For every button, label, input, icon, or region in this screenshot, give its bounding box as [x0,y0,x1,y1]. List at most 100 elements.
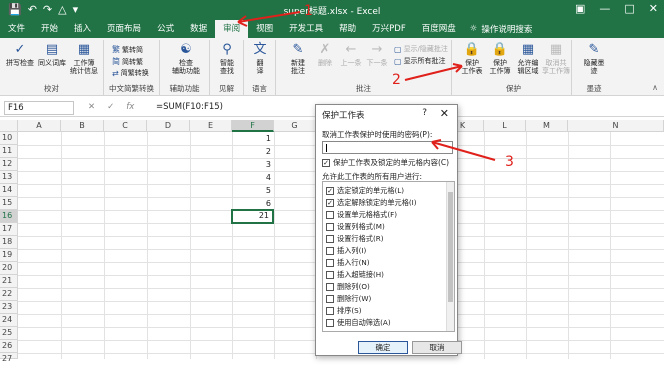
scrollbar-thumb[interactable] [448,192,453,302]
column-header[interactable]: M [526,120,568,132]
convert-button[interactable]: ⇄ 简繁转换 [112,68,149,78]
checkbox-icon [326,211,334,219]
collapse-ribbon-icon[interactable]: ∧ [652,83,658,92]
new-comment-button[interactable]: ✎ 新建 批注 [282,42,314,75]
row-header[interactable]: 14 [0,184,18,197]
help-icon[interactable]: ? [422,108,427,118]
show-all-comments-button[interactable]: ▢ 显示所有批注 [394,56,446,66]
column-header[interactable]: L [484,120,526,132]
next-comment-button[interactable]: → 下一条 [364,42,390,67]
select-all-corner[interactable] [0,120,18,132]
list-item[interactable]: 插入列(I) [326,246,366,256]
list-item[interactable]: 设置列格式(M) [326,222,385,232]
row-header[interactable]: 22 [0,288,18,301]
close-icon[interactable]: ✕ [649,2,658,15]
row-header[interactable]: 15 [0,197,18,210]
column-header[interactable]: C [104,120,147,132]
translate-button[interactable]: 文翻 译 [244,42,276,75]
row-header[interactable]: 11 [0,145,18,158]
trad-to-simp-button[interactable]: 繁繁转简 [112,44,143,55]
enter-icon[interactable]: ✓ [107,102,114,112]
tab-page-layout[interactable]: 页面布局 [99,20,149,38]
row-header[interactable]: 18 [0,236,18,249]
formula-input[interactable]: =SUM(F10:F15) [156,102,223,112]
row-header[interactable]: 13 [0,171,18,184]
hide-ink-button[interactable]: ✎ 隐藏墨 迹 [578,42,610,75]
unshare-workbook-button[interactable]: ▦ 取消共 享工作簿 [542,42,570,75]
cell-f13[interactable]: 4 [232,171,274,184]
protect-workbook-button[interactable]: 🔒 保护 工作簿 [486,42,514,75]
delete-comment-button[interactable]: ✗ 删除 [312,42,338,67]
cell-f11[interactable]: 2 [232,145,274,158]
thesaurus-button[interactable]: ▤ 同义词库 [36,42,68,67]
name-box[interactable]: F16 [4,101,74,115]
list-item[interactable]: 插入行(N) [326,258,370,268]
list-scrollbar[interactable] [446,182,454,331]
tab-view[interactable]: 视图 [248,20,281,38]
tab-baidu-netdisk[interactable]: 百度网盘 [414,20,464,38]
row-header[interactable]: 10 [0,132,18,145]
allow-edit-ranges-button[interactable]: ▦ 允许编 辑区域 [514,42,542,75]
row-header[interactable]: 23 [0,301,18,314]
show-hide-comment-button[interactable]: ▢ 显示/隐藏批注 [394,44,448,54]
spell-check-button[interactable]: ✓ 拼写检查 [4,42,36,67]
list-item[interactable]: 设置行格式(R) [326,234,384,244]
row-header[interactable]: 12 [0,158,18,171]
check-accessibility-button[interactable]: ☯ 检查 辅助功能 [169,42,203,75]
row-header[interactable]: 21 [0,275,18,288]
cell-f16-selected[interactable]: 21 [231,209,274,224]
row-header[interactable]: 17 [0,223,18,236]
cell-f14[interactable]: 5 [232,184,274,197]
protect-sheet-button[interactable]: 🔒 保护 工作表 [458,42,486,75]
ok-button[interactable]: 确定 [358,341,408,354]
list-item[interactable]: 使用自动筛选(A) [326,318,391,328]
column-header[interactable]: B [61,120,104,132]
list-item[interactable]: 删除行(W) [326,294,371,304]
cancel-button[interactable]: 取消 [412,341,462,354]
close-icon[interactable]: ✕ [440,107,449,120]
column-header[interactable]: E [190,120,232,132]
cell-f12[interactable]: 3 [232,158,274,171]
tab-file[interactable]: 文件 [0,20,33,38]
permissions-list[interactable]: ✓ 选定锁定的单元格(L) ✓ 选定解除锁定的单元格(I) 设置单元格格式(F) 设… [322,181,455,332]
maximize-icon[interactable]: □ [624,2,634,15]
column-header[interactable]: N [568,120,664,132]
list-item[interactable]: 插入超链接(H) [326,270,384,280]
row-header[interactable]: 27 [0,353,18,363]
list-item[interactable]: 排序(S) [326,306,362,316]
tab-data[interactable]: 数据 [182,20,215,38]
row-header[interactable]: 16 [0,210,18,223]
tab-formulas[interactable]: 公式 [149,20,182,38]
smart-lookup-button[interactable]: ⚲ 智能 查找 [211,42,243,75]
row-header[interactable]: 26 [0,340,18,353]
tab-home[interactable]: 开始 [33,20,66,38]
simp-to-trad-button[interactable]: 简简转繁 [112,56,143,67]
list-item[interactable]: 设置单元格格式(F) [326,210,397,220]
tell-me-search[interactable]: ☼ 操作说明搜索 [470,23,533,35]
minimize-icon[interactable]: — [599,2,610,15]
ribbon-options-icon[interactable]: ▣ [575,2,585,15]
tab-insert[interactable]: 插入 [66,20,99,38]
password-input[interactable] [322,141,453,154]
column-header[interactable]: A [18,120,61,132]
column-header[interactable]: F [232,120,274,132]
column-header[interactable]: G [274,120,316,132]
list-item[interactable]: ✓ 选定锁定的单元格(L) [326,186,404,196]
list-item[interactable]: 删除列(O) [326,282,370,292]
column-header[interactable]: D [147,120,190,132]
tab-wondershare-pdf[interactable]: 万兴PDF [364,20,414,38]
tab-help[interactable]: 帮助 [331,20,364,38]
row-header[interactable]: 24 [0,314,18,327]
protect-contents-checkbox[interactable]: ✓ 保护工作表及锁定的单元格内容(C) [322,157,449,168]
prev-comment-button[interactable]: ← 上一条 [338,42,364,67]
cell-f10[interactable]: 1 [232,132,274,145]
tab-developer[interactable]: 开发工具 [281,20,331,38]
row-header[interactable]: 25 [0,327,18,340]
workbook-stats-button[interactable]: ▦ 工作簿 统计信息 [68,42,100,75]
list-item[interactable]: ✓ 选定解除锁定的单元格(I) [326,198,417,208]
fx-icon[interactable]: fx [126,102,134,112]
row-header[interactable]: 20 [0,262,18,275]
cancel-icon[interactable]: ✕ [88,102,95,112]
row-header[interactable]: 19 [0,249,18,262]
tab-review[interactable]: 审阅 [215,20,249,38]
